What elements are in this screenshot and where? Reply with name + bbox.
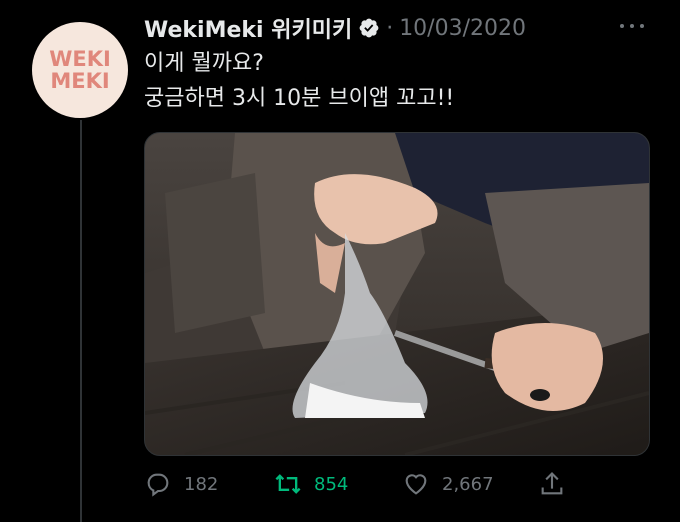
tweet-text-line-1: 이게 뭘까요? — [144, 51, 264, 76]
heart-icon — [405, 474, 427, 495]
tweet-text: 이게 뭘까요? 궁금하면 3시 10분 브이앱 꼬고!! — [144, 46, 454, 116]
share-icon — [541, 472, 563, 495]
header-separator: · — [386, 15, 394, 41]
reply-count: 182 — [184, 473, 219, 495]
more-options-icon[interactable] — [620, 18, 644, 34]
reply-button[interactable]: 182 — [144, 468, 218, 500]
tweet-header: WekiMeki 위키미키 · 10/03/2020 — [144, 12, 526, 44]
tweet-actions: 182 854 2,667 — [144, 468, 584, 500]
share-button[interactable] — [538, 468, 578, 500]
retweet-count: 854 — [314, 473, 349, 495]
tweet-text-line-2: 궁금하면 3시 10분 브이앱 꼬고!! — [144, 86, 455, 111]
like-button[interactable]: 2,667 — [402, 468, 494, 500]
retweet-icon — [275, 474, 301, 494]
avatar-logo: WEKI MEKI — [49, 47, 111, 93]
reply-icon — [147, 473, 169, 497]
like-count: 2,667 — [442, 473, 494, 495]
avatar[interactable]: WEKI MEKI — [32, 22, 128, 118]
tweet-date[interactable]: 10/03/2020 — [399, 16, 526, 41]
verified-badge-icon — [359, 18, 379, 38]
tweet-photo[interactable] — [144, 132, 650, 456]
thread-line — [80, 120, 82, 522]
photo-icon — [145, 133, 649, 455]
display-name[interactable]: WekiMeki 위키미키 — [144, 12, 352, 44]
retweet-button[interactable]: 854 — [274, 468, 348, 500]
